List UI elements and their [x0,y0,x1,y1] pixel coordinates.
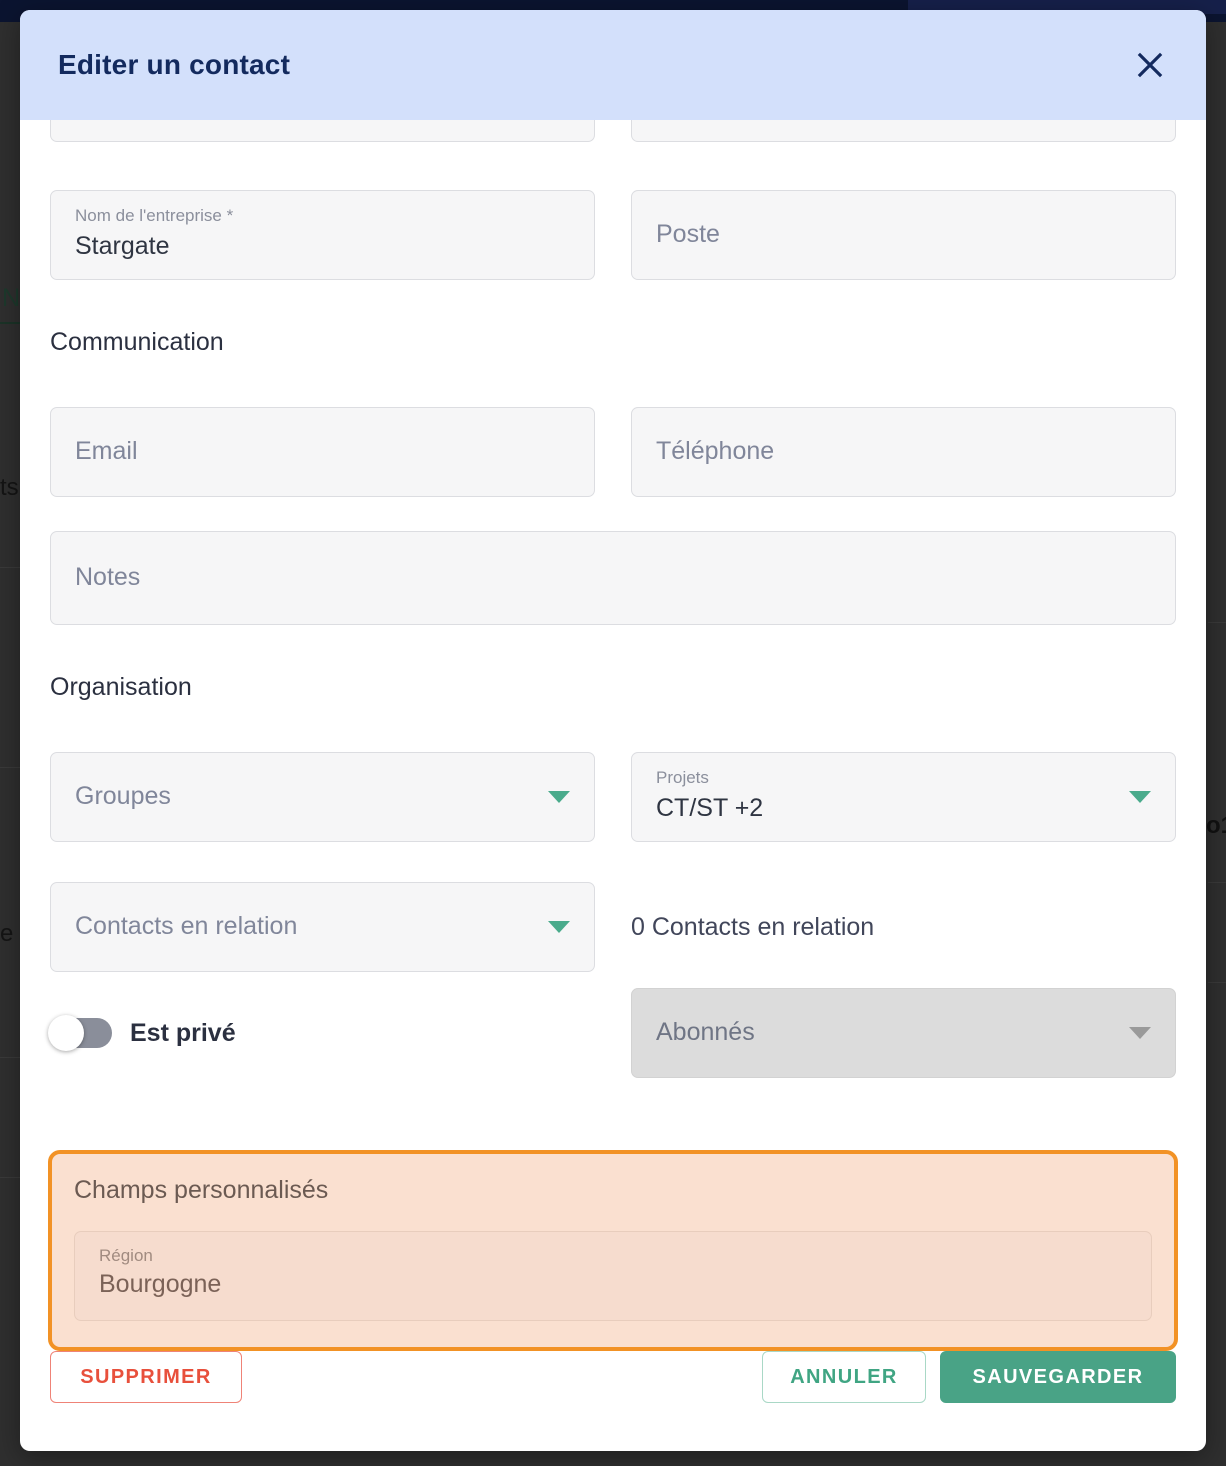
is-private-label: Est privé [130,1018,236,1047]
background-divider [0,567,20,568]
email-placeholder: Email [75,437,138,466]
groupes-placeholder: Groupes [75,782,171,811]
region-field[interactable]: Région Bourgogne [74,1231,1152,1321]
custom-fields-panel: Champs personnalisés Région Bourgogne [48,1150,1178,1351]
privacy-row: Est privé Abonnés [48,988,1176,1078]
delete-button[interactable]: SUPPRIMER [50,1351,242,1403]
organisation-row-2: Contacts en relation 0 Contacts en relat… [50,882,1176,972]
notes-row: Notes [50,531,1176,625]
cancel-button[interactable]: ANNULER [762,1351,926,1403]
chevron-down-icon [1129,1027,1151,1039]
company-name-field[interactable]: Nom de l'entreprise * Stargate [50,190,595,280]
page-title: Editer un contact [58,49,291,80]
modal-body: Nom de l'entreprise * Stargate Poste Com… [20,120,1206,1351]
background-divider [1208,622,1226,623]
section-title-communication: Communication [50,328,224,356]
contacts-en-relation-placeholder: Contacts en relation [75,912,298,941]
section-title-organisation: Organisation [50,673,192,701]
abonnes-select: Abonnés [631,988,1176,1078]
position-placeholder: Poste [656,220,720,249]
communication-row: Email Téléphone [50,407,1176,497]
organisation-row-1: Groupes Projets CT/ST +2 [50,752,1176,842]
first-name-field-clipped[interactable] [50,120,595,142]
background-text-fragment: e [0,920,14,947]
contacts-en-relation-count: 0 Contacts en relation [631,912,875,941]
background-text-fragment: ts [0,474,19,501]
contacts-en-relation-select[interactable]: Contacts en relation [50,882,595,972]
region-label: Région [99,1246,153,1265]
position-field[interactable]: Poste [631,190,1176,280]
chevron-down-icon [548,921,570,933]
edit-contact-modal: Editer un contact Nom de l'entreprise * … [20,10,1206,1451]
is-private-toggle[interactable] [48,1015,112,1051]
company-name-label: Nom de l'entreprise * [75,206,234,225]
background-text-fragment: N [2,284,21,312]
company-row: Nom de l'entreprise * Stargate Poste [50,190,1176,280]
phone-placeholder: Téléphone [656,437,775,466]
modal-header: Editer un contact [20,10,1206,120]
close-icon[interactable] [1128,43,1172,87]
email-field[interactable]: Email [50,407,595,497]
chevron-down-icon [1129,791,1151,803]
save-button[interactable]: SAUVEGARDER [940,1351,1176,1403]
projets-label: Projets [656,768,709,787]
projets-select[interactable]: Projets CT/ST +2 [631,752,1176,842]
notes-field[interactable]: Notes [50,531,1176,625]
is-private-toggle-wrap[interactable]: Est privé [48,988,595,1078]
background-divider [1208,982,1226,983]
notes-placeholder: Notes [75,563,141,592]
region-value: Bourgogne [99,1270,222,1298]
projets-value: CT/ST +2 [656,794,764,823]
toggle-knob [48,1015,84,1051]
abonnes-placeholder: Abonnés [656,1018,755,1047]
background-divider [0,1057,20,1058]
last-name-field-clipped[interactable] [631,120,1176,142]
background-text-fragment: o1 [1206,812,1226,839]
chevron-down-icon [548,791,570,803]
background-divider [0,767,20,768]
background-divider [0,1177,20,1178]
footer-actions: ANNULER SAUVEGARDER [762,1351,1176,1403]
background-divider [1208,882,1226,883]
phone-field[interactable]: Téléphone [631,407,1176,497]
custom-fields-title: Champs personnalisés [74,1176,329,1204]
company-name-value: Stargate [75,232,170,261]
modal-footer: SUPPRIMER ANNULER SAUVEGARDER [20,1351,1206,1451]
identity-row-clipped [50,120,1176,142]
groupes-select[interactable]: Groupes [50,752,595,842]
